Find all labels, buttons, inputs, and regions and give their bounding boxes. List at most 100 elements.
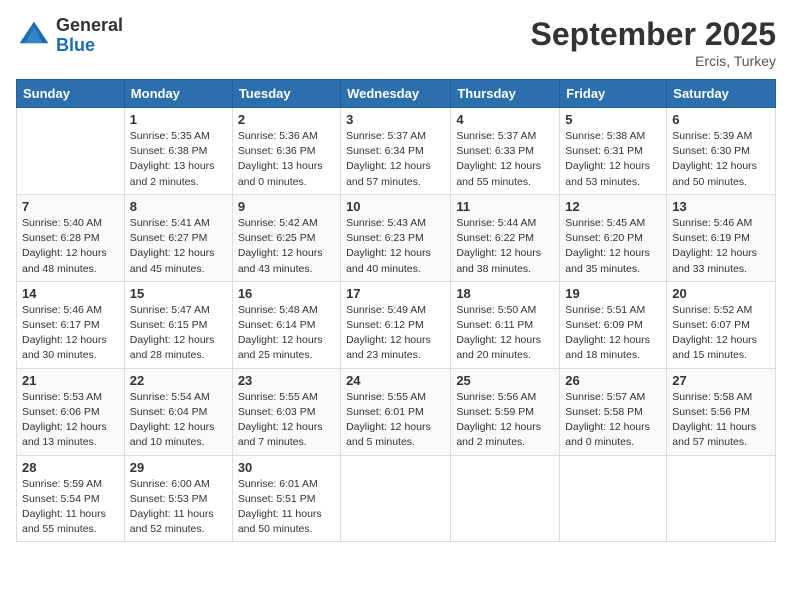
- day-number: 8: [130, 199, 227, 214]
- day-number: 11: [456, 199, 554, 214]
- calendar-cell: 12Sunrise: 5:45 AMSunset: 6:20 PMDayligh…: [560, 194, 667, 281]
- day-number: 5: [565, 112, 661, 127]
- calendar-cell: 1Sunrise: 5:35 AMSunset: 6:38 PMDaylight…: [124, 108, 232, 195]
- calendar-cell: 25 Sunrise: 5:56 AMSunset: 5:59 PMDayligh…: [451, 368, 560, 455]
- calendar-cell: 10 Sunrise: 5:43 AMSunset: 6:23 PMDayligh…: [341, 194, 451, 281]
- col-header-friday: Friday: [560, 80, 667, 108]
- logo-blue: Blue: [56, 36, 123, 56]
- calendar-week-row: 7 Sunrise: 5:40 AMSunset: 6:28 PMDaylight…: [17, 194, 776, 281]
- day-number: 3: [346, 112, 445, 127]
- logo-text: General Blue: [56, 16, 123, 56]
- calendar-cell: [560, 455, 667, 542]
- col-header-tuesday: Tuesday: [232, 80, 340, 108]
- day-number: 25: [456, 373, 554, 388]
- logo-icon: [16, 18, 52, 54]
- day-number: 1: [130, 112, 227, 127]
- day-number: 22: [130, 373, 227, 388]
- day-number: 9: [238, 199, 335, 214]
- day-number: 10: [346, 199, 445, 214]
- day-number: 19: [565, 286, 661, 301]
- calendar-cell: 2 Sunrise: 5:36 AMSunset: 6:36 PMDaylight…: [232, 108, 340, 195]
- col-header-wednesday: Wednesday: [341, 80, 451, 108]
- day-info: Sunrise: 5:48 AMSunset: 6:14 PMDaylight:…: [238, 303, 335, 364]
- day-info: Sunrise: 5:53 AMSunset: 6:06 PMDaylight:…: [22, 390, 119, 451]
- day-info: Sunrise: 5:58 AMSunset: 5:56 PMDaylight:…: [672, 390, 770, 451]
- day-info: Sunrise: 5:43 AMSunset: 6:23 PMDaylight:…: [346, 216, 445, 277]
- day-info: Sunrise: 5:42 AMSunset: 6:25 PMDaylight:…: [238, 216, 335, 277]
- calendar-cell: 24 Sunrise: 5:55 AMSunset: 6:01 PMDayligh…: [341, 368, 451, 455]
- calendar-cell: 22 Sunrise: 5:54 AMSunset: 6:04 PMDayligh…: [124, 368, 232, 455]
- calendar-header-row: SundayMondayTuesdayWednesdayThursdayFrid…: [17, 80, 776, 108]
- day-number: 14: [22, 286, 119, 301]
- day-number: 18: [456, 286, 554, 301]
- day-number: 28: [22, 460, 119, 475]
- calendar-week-row: 1Sunrise: 5:35 AMSunset: 6:38 PMDaylight…: [17, 108, 776, 195]
- day-number: 7: [22, 199, 119, 214]
- calendar-week-row: 14 Sunrise: 5:46 AMSunset: 6:17 PMDayligh…: [17, 281, 776, 368]
- day-number: 15: [130, 286, 227, 301]
- title-block: September 2025 Ercis, Turkey: [531, 16, 776, 69]
- calendar-cell: 18 Sunrise: 5:50 AMSunset: 6:11 PMDayligh…: [451, 281, 560, 368]
- calendar-cell: 30Sunrise: 6:01 AMSunset: 5:51 PMDayligh…: [232, 455, 340, 542]
- day-number: 17: [346, 286, 445, 301]
- day-info: Sunrise: 5:44 AMSunset: 6:22 PMDaylight:…: [456, 216, 554, 277]
- calendar-cell: 27Sunrise: 5:58 AMSunset: 5:56 PMDayligh…: [667, 368, 776, 455]
- day-info: Sunrise: 5:40 AMSunset: 6:28 PMDaylight:…: [22, 216, 119, 277]
- day-number: 2: [238, 112, 335, 127]
- calendar-cell: 21 Sunrise: 5:53 AMSunset: 6:06 PMDayligh…: [17, 368, 125, 455]
- day-info: Sunrise: 5:55 AMSunset: 6:01 PMDaylight:…: [346, 390, 445, 451]
- calendar-cell: 11 Sunrise: 5:44 AMSunset: 6:22 PMDayligh…: [451, 194, 560, 281]
- day-number: 23: [238, 373, 335, 388]
- calendar-cell: [341, 455, 451, 542]
- day-info: Sunrise: 5:49 AMSunset: 6:12 PMDaylight:…: [346, 303, 445, 364]
- calendar-cell: 26Sunrise: 5:57 AMSunset: 5:58 PMDayligh…: [560, 368, 667, 455]
- calendar-cell: 15Sunrise: 5:47 AMSunset: 6:15 PMDayligh…: [124, 281, 232, 368]
- day-number: 21: [22, 373, 119, 388]
- day-number: 30: [238, 460, 335, 475]
- day-info: Sunrise: 5:57 AMSunset: 5:58 PMDaylight:…: [565, 390, 661, 451]
- day-number: 24: [346, 373, 445, 388]
- day-number: 4: [456, 112, 554, 127]
- calendar-cell: 29 Sunrise: 6:00 AMSunset: 5:53 PMDayligh…: [124, 455, 232, 542]
- col-header-monday: Monday: [124, 80, 232, 108]
- location: Ercis, Turkey: [531, 53, 776, 69]
- calendar-cell: 7 Sunrise: 5:40 AMSunset: 6:28 PMDaylight…: [17, 194, 125, 281]
- col-header-sunday: Sunday: [17, 80, 125, 108]
- day-info: Sunrise: 5:36 AMSunset: 6:36 PMDaylight:…: [238, 129, 335, 190]
- day-info: Sunrise: 5:54 AMSunset: 6:04 PMDaylight:…: [130, 390, 227, 451]
- calendar-cell: 28 Sunrise: 5:59 AMSunset: 5:54 PMDayligh…: [17, 455, 125, 542]
- day-info: Sunrise: 5:52 AMSunset: 6:07 PMDaylight:…: [672, 303, 770, 364]
- day-number: 13: [672, 199, 770, 214]
- day-info: Sunrise: 5:46 AMSunset: 6:17 PMDaylight:…: [22, 303, 119, 364]
- day-info: Sunrise: 5:41 AMSunset: 6:27 PMDaylight:…: [130, 216, 227, 277]
- calendar-cell: 17 Sunrise: 5:49 AMSunset: 6:12 PMDayligh…: [341, 281, 451, 368]
- day-info: Sunrise: 5:55 AMSunset: 6:03 PMDaylight:…: [238, 390, 335, 451]
- calendar-cell: 8 Sunrise: 5:41 AMSunset: 6:27 PMDaylight…: [124, 194, 232, 281]
- calendar-cell: [451, 455, 560, 542]
- day-number: 12: [565, 199, 661, 214]
- day-info: Sunrise: 5:51 AMSunset: 6:09 PMDaylight:…: [565, 303, 661, 364]
- calendar-table: SundayMondayTuesdayWednesdayThursdayFrid…: [16, 79, 776, 542]
- calendar-cell: [667, 455, 776, 542]
- calendar-cell: 4 Sunrise: 5:37 AMSunset: 6:33 PMDaylight…: [451, 108, 560, 195]
- day-info: Sunrise: 5:56 AMSunset: 5:59 PMDaylight:…: [456, 390, 554, 451]
- day-info: Sunrise: 5:50 AMSunset: 6:11 PMDaylight:…: [456, 303, 554, 364]
- day-number: 6: [672, 112, 770, 127]
- calendar-cell: [17, 108, 125, 195]
- calendar-cell: 16 Sunrise: 5:48 AMSunset: 6:14 PMDayligh…: [232, 281, 340, 368]
- calendar-week-row: 21 Sunrise: 5:53 AMSunset: 6:06 PMDayligh…: [17, 368, 776, 455]
- day-number: 29: [130, 460, 227, 475]
- day-number: 16: [238, 286, 335, 301]
- calendar-cell: 6 Sunrise: 5:39 AMSunset: 6:30 PMDaylight…: [667, 108, 776, 195]
- day-info: Sunrise: 6:00 AMSunset: 5:53 PMDaylight:…: [130, 477, 227, 538]
- day-info: Sunrise: 5:39 AMSunset: 6:30 PMDaylight:…: [672, 129, 770, 190]
- logo-general: General: [56, 16, 123, 36]
- calendar-week-row: 28 Sunrise: 5:59 AMSunset: 5:54 PMDayligh…: [17, 455, 776, 542]
- page-header: General Blue September 2025 Ercis, Turke…: [16, 16, 776, 69]
- col-header-saturday: Saturday: [667, 80, 776, 108]
- day-info: Sunrise: 5:37 AMSunset: 6:34 PMDaylight:…: [346, 129, 445, 190]
- calendar-cell: 5Sunrise: 5:38 AMSunset: 6:31 PMDaylight…: [560, 108, 667, 195]
- day-info: Sunrise: 5:37 AMSunset: 6:33 PMDaylight:…: [456, 129, 554, 190]
- calendar-cell: 9 Sunrise: 5:42 AMSunset: 6:25 PMDaylight…: [232, 194, 340, 281]
- day-info: Sunrise: 5:59 AMSunset: 5:54 PMDaylight:…: [22, 477, 119, 538]
